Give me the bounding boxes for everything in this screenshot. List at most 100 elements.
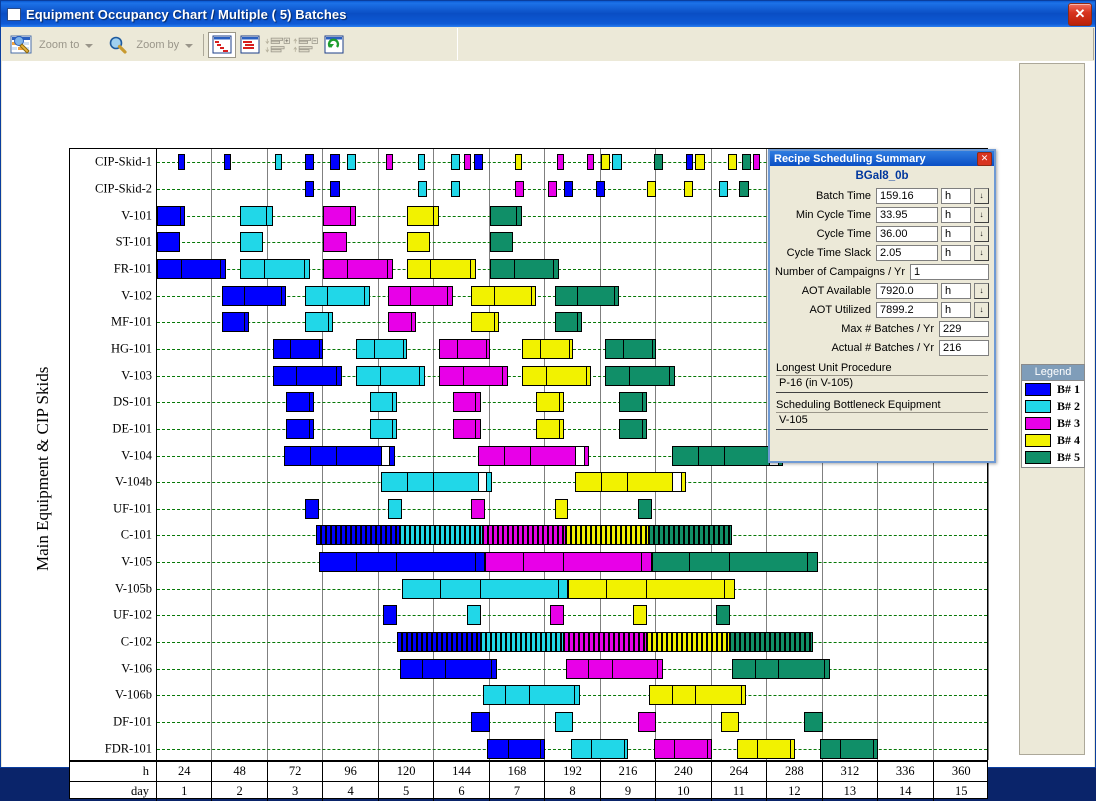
- gantt-bar[interactable]: [596, 180, 606, 197]
- dialog-field-spinner[interactable]: ↓: [974, 187, 989, 204]
- gantt-bar[interactable]: [637, 712, 657, 733]
- gantt-bar[interactable]: [732, 658, 830, 679]
- gantt-bar[interactable]: [438, 365, 509, 386]
- gantt-bar[interactable]: [323, 232, 347, 253]
- gantt-bar[interactable]: [369, 392, 398, 413]
- expand-rows-icon[interactable]: [264, 32, 292, 58]
- gantt-bar[interactable]: [450, 154, 460, 171]
- gantt-bar[interactable]: [646, 180, 657, 197]
- gantt-bar[interactable]: [633, 605, 647, 626]
- gantt-bar[interactable]: [385, 154, 393, 171]
- dialog-field-unit[interactable]: h: [941, 282, 971, 299]
- gantt-bar[interactable]: [487, 738, 546, 759]
- gantt-bar[interactable]: [737, 738, 795, 759]
- gantt-bar[interactable]: [515, 154, 523, 171]
- gantt-bar[interactable]: [554, 312, 583, 333]
- gantt-bar[interactable]: [406, 258, 476, 279]
- gantt-bar[interactable]: [452, 392, 481, 413]
- gantt-bar[interactable]: [304, 498, 319, 519]
- dialog-field-value[interactable]: 7899.2: [876, 301, 938, 318]
- gantt-bar[interactable]: [304, 154, 315, 171]
- gantt-bar[interactable]: [515, 180, 525, 197]
- dialog-field-unit[interactable]: h: [941, 225, 971, 242]
- window-close-button[interactable]: ✕: [1068, 3, 1092, 26]
- gantt-bar[interactable]: [274, 154, 282, 171]
- gantt-bar[interactable]: [646, 632, 731, 653]
- refresh-icon[interactable]: [320, 32, 348, 58]
- gantt-bar[interactable]: [739, 180, 749, 197]
- gantt-bar[interactable]: [653, 738, 712, 759]
- gantt-bar[interactable]: [718, 180, 728, 197]
- gantt-bar[interactable]: [489, 232, 513, 253]
- gantt-bar[interactable]: [330, 154, 340, 171]
- dialog-field-spinner[interactable]: ↓: [974, 206, 989, 223]
- gantt-bar[interactable]: [651, 552, 818, 573]
- gantt-bar[interactable]: [381, 472, 493, 493]
- gantt-bar[interactable]: [820, 738, 879, 759]
- gantt-bar[interactable]: [683, 180, 694, 197]
- gantt-bar[interactable]: [240, 205, 273, 226]
- dialog-field-spinner[interactable]: ↓: [974, 244, 989, 261]
- gantt-bar[interactable]: [388, 498, 402, 519]
- gantt-bar[interactable]: [730, 632, 814, 653]
- gantt-bar[interactable]: [157, 258, 227, 279]
- gantt-bar[interactable]: [406, 205, 439, 226]
- gantt-bar[interactable]: [369, 418, 398, 439]
- gantt-bar[interactable]: [304, 312, 333, 333]
- gantt-bar[interactable]: [323, 205, 356, 226]
- gantt-bar[interactable]: [563, 180, 573, 197]
- gantt-bar[interactable]: [221, 312, 250, 333]
- gantt-bar[interactable]: [438, 338, 490, 359]
- gantt-bar[interactable]: [272, 365, 342, 386]
- gantt-bar[interactable]: [224, 154, 231, 171]
- chevron-down-icon[interactable]: [85, 43, 94, 48]
- gantt-bar[interactable]: [605, 365, 675, 386]
- gantt-bar[interactable]: [388, 285, 453, 306]
- gantt-bar[interactable]: [672, 445, 784, 466]
- dialog-field-spinner[interactable]: ↓: [974, 225, 989, 242]
- gantt-bar[interactable]: [464, 154, 472, 171]
- recipe-scheduling-summary-dialog[interactable]: Recipe Scheduling Summary ✕ BGal8_0b Bat…: [768, 149, 996, 463]
- gantt-bar[interactable]: [418, 154, 426, 171]
- gantt-bar[interactable]: [566, 525, 650, 546]
- gantt-bar[interactable]: [355, 365, 426, 386]
- gantt-bar[interactable]: [554, 285, 620, 306]
- gantt-bar[interactable]: [478, 445, 590, 466]
- gantt-bar[interactable]: [600, 154, 610, 171]
- dialog-field-value[interactable]: 216: [939, 339, 989, 356]
- gantt-bar[interactable]: [489, 258, 560, 279]
- gantt-bar[interactable]: [568, 578, 735, 599]
- system-menu-icon[interactable]: [7, 7, 21, 21]
- gantt-bar[interactable]: [612, 154, 622, 171]
- gantt-bar[interactable]: [157, 205, 185, 226]
- gantt-bar[interactable]: [304, 285, 370, 306]
- gantt-bar[interactable]: [556, 154, 564, 171]
- dialog-field-value[interactable]: 159.16: [876, 187, 938, 204]
- gantt-bar[interactable]: [804, 712, 823, 733]
- gantt-bar[interactable]: [720, 712, 740, 733]
- gantt-bar[interactable]: [388, 312, 416, 333]
- gantt-bar[interactable]: [473, 154, 483, 171]
- gantt-bar[interactable]: [653, 154, 664, 171]
- dialog-field-value[interactable]: 1: [910, 263, 989, 280]
- chart-edit-icon[interactable]: [7, 32, 35, 58]
- chevron-down-icon[interactable]: [185, 43, 194, 48]
- gantt-bar[interactable]: [466, 605, 481, 626]
- gantt-bar[interactable]: [471, 498, 486, 519]
- dialog-field-value[interactable]: 229: [939, 320, 989, 337]
- gantt-bar[interactable]: [741, 154, 751, 171]
- gantt-bar[interactable]: [549, 605, 564, 626]
- gantt-bar[interactable]: [566, 658, 664, 679]
- gantt-bar[interactable]: [482, 525, 567, 546]
- gantt-bar[interactable]: [452, 418, 481, 439]
- gantt-bar[interactable]: [547, 180, 557, 197]
- gantt-bar[interactable]: [716, 605, 731, 626]
- gantt-bar[interactable]: [619, 392, 647, 413]
- gantt-bar[interactable]: [586, 154, 594, 171]
- gantt-bar[interactable]: [471, 712, 490, 733]
- collapse-rows-icon[interactable]: [292, 32, 320, 58]
- dialog-field-unit[interactable]: h: [941, 244, 971, 261]
- gantt-bar[interactable]: [450, 180, 460, 197]
- dialog-field-value[interactable]: 2.05: [876, 244, 938, 261]
- gantt-bar[interactable]: [284, 445, 396, 466]
